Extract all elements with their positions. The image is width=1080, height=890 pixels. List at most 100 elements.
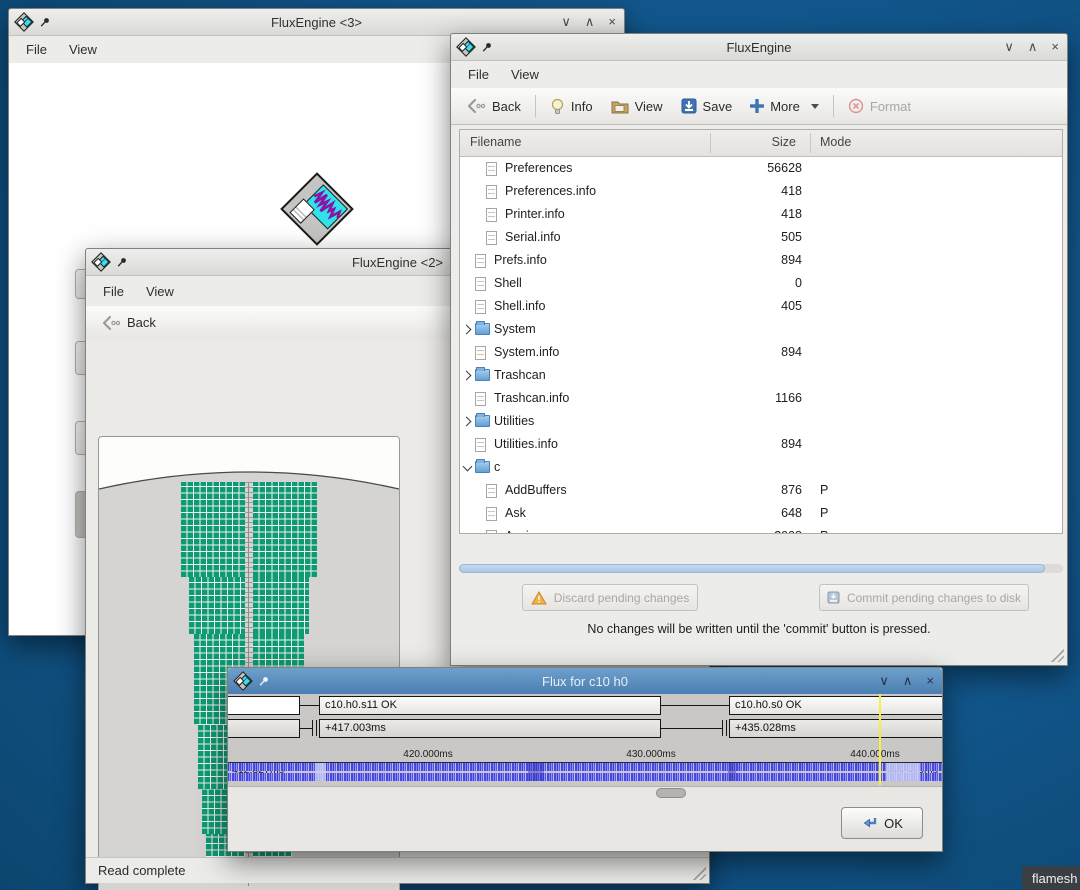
maximize-icon[interactable]: ∧	[1028, 34, 1038, 60]
record-box[interactable]: +417.003ms	[319, 719, 661, 738]
cancel-icon	[848, 98, 864, 114]
table-row[interactable]: Printer.info418	[460, 203, 1062, 226]
disk-sector-block	[189, 577, 245, 634]
horizontal-scrollbar[interactable]	[459, 564, 1063, 573]
flux-band[interactable]	[228, 763, 942, 771]
view-button[interactable]: View	[602, 94, 672, 119]
folder-icon	[475, 415, 490, 427]
file-icon	[475, 277, 486, 291]
pin-icon[interactable]	[116, 257, 127, 268]
fluxengine-logo-icon	[456, 37, 476, 57]
menu-view[interactable]: View	[500, 63, 550, 86]
back-button[interactable]: Back	[457, 93, 530, 119]
status-text: Read complete	[98, 863, 185, 878]
minimize-icon[interactable]: ∨	[1004, 34, 1014, 60]
pin-icon[interactable]	[39, 17, 50, 28]
cell-filename: Utilities.info	[494, 437, 558, 451]
table-row[interactable]: Utilities.info894	[460, 433, 1062, 456]
discard-changes-button[interactable]: Discard pending changes	[522, 584, 698, 611]
table-row[interactable]: Prefs.info894	[460, 249, 1062, 272]
connector-line	[661, 705, 729, 706]
file-icon	[486, 484, 497, 498]
table-row[interactable]: Trashcan	[460, 364, 1062, 387]
sector-box[interactable]: c10.h0.s11 OK	[319, 696, 661, 715]
expander-collapsed-icon[interactable]	[462, 417, 472, 427]
table-row[interactable]: AddBuffers876P	[460, 479, 1062, 502]
table-row[interactable]: Serial.info505	[460, 226, 1062, 249]
lightbulb-icon	[550, 98, 565, 115]
close-icon[interactable]: ×	[1051, 34, 1059, 60]
info-button[interactable]: Info	[541, 93, 602, 120]
titlebar-flux[interactable]: Flux for c10 h0 ∨ ∧ ×	[228, 668, 942, 695]
flux-band-dense	[528, 763, 544, 781]
file-icon	[475, 392, 486, 406]
close-icon[interactable]: ×	[926, 668, 934, 694]
menu-view[interactable]: View	[135, 280, 185, 303]
expander-expanded-icon[interactable]	[463, 462, 473, 472]
file-icon	[475, 300, 486, 314]
column-filename[interactable]: Filename	[470, 135, 521, 149]
menu-file[interactable]: File	[457, 63, 500, 86]
scrollbar-thumb[interactable]	[459, 564, 1045, 573]
menu-file[interactable]: File	[92, 280, 135, 303]
expander-collapsed-icon[interactable]	[462, 325, 472, 335]
back-icon	[101, 315, 121, 331]
save-button[interactable]: Save	[672, 93, 742, 119]
commit-changes-button[interactable]: Commit pending changes to disk	[819, 584, 1029, 611]
minimize-icon[interactable]: ∨	[879, 668, 889, 694]
titlebar-picker[interactable]: FluxEngine <3> ∨ ∧ ×	[9, 9, 624, 36]
minimize-icon[interactable]: ∨	[561, 9, 571, 35]
pin-icon[interactable]	[481, 42, 492, 53]
table-row[interactable]: Preferences.info418	[460, 180, 1062, 203]
maximize-icon[interactable]: ∧	[903, 668, 913, 694]
cell-size: 405	[710, 299, 802, 313]
file-table-header[interactable]: Filename Size Mode	[460, 130, 1062, 157]
flux-band[interactable]	[228, 773, 942, 781]
column-separator[interactable]	[710, 133, 711, 153]
close-icon[interactable]: ×	[608, 9, 616, 35]
cell-filename: Prefs.info	[494, 253, 547, 267]
status-bar: Read complete	[86, 857, 709, 883]
window-title: Flux for c10 h0	[288, 674, 882, 689]
column-size[interactable]: Size	[710, 135, 796, 149]
cell-size: 648	[710, 506, 802, 520]
folder-icon	[475, 323, 490, 335]
column-separator[interactable]	[810, 133, 811, 153]
sector-box[interactable]	[228, 696, 300, 715]
table-row[interactable]: Utilities	[460, 410, 1062, 433]
maximize-icon[interactable]: ∧	[585, 9, 595, 35]
menu-file[interactable]: File	[15, 38, 58, 61]
back-button[interactable]: Back	[92, 310, 165, 336]
flux-canvas[interactable]: c10.h0.s11 OK c10.h0.s0 OK +417.003ms +4…	[228, 694, 942, 851]
pin-icon[interactable]	[258, 676, 269, 687]
table-row[interactable]: Shell0	[460, 272, 1062, 295]
cell-filename: AddBuffers	[505, 483, 567, 497]
table-row[interactable]: Trashcan.info1166	[460, 387, 1062, 410]
table-row[interactable]: System	[460, 318, 1062, 341]
flux-band-gap	[316, 763, 326, 781]
table-row[interactable]: Ask648P	[460, 502, 1062, 525]
menu-view[interactable]: View	[58, 38, 108, 61]
table-row[interactable]: Assign3008P	[460, 525, 1062, 534]
table-row[interactable]: System.info894	[460, 341, 1062, 364]
chevron-down-icon[interactable]	[811, 104, 819, 113]
resize-grip[interactable]	[1049, 647, 1064, 662]
expander-collapsed-icon[interactable]	[462, 371, 472, 381]
column-mode[interactable]: Mode	[820, 135, 851, 149]
cell-size: 0	[710, 276, 802, 290]
table-row[interactable]: Preferences56628	[460, 157, 1062, 180]
cell-size: 894	[710, 345, 802, 359]
ok-button[interactable]: OK	[841, 807, 923, 839]
splitter-handle[interactable]	[656, 788, 686, 798]
more-button[interactable]: More	[741, 94, 828, 119]
sector-box[interactable]: c10.h0.s0 OK	[729, 696, 942, 715]
commit-note: No changes will be written until the 'co…	[451, 622, 1067, 636]
format-button[interactable]: Format	[839, 93, 920, 119]
record-box[interactable]: +435.028ms	[729, 719, 942, 738]
titlebar-browser[interactable]: FluxEngine ∨ ∧ ×	[451, 34, 1067, 61]
menubar-browser: File View	[451, 61, 1067, 88]
table-row[interactable]: Shell.info405	[460, 295, 1062, 318]
table-row[interactable]: c	[460, 456, 1062, 479]
record-box[interactable]	[228, 719, 300, 738]
cursor-line[interactable]	[879, 694, 881, 785]
